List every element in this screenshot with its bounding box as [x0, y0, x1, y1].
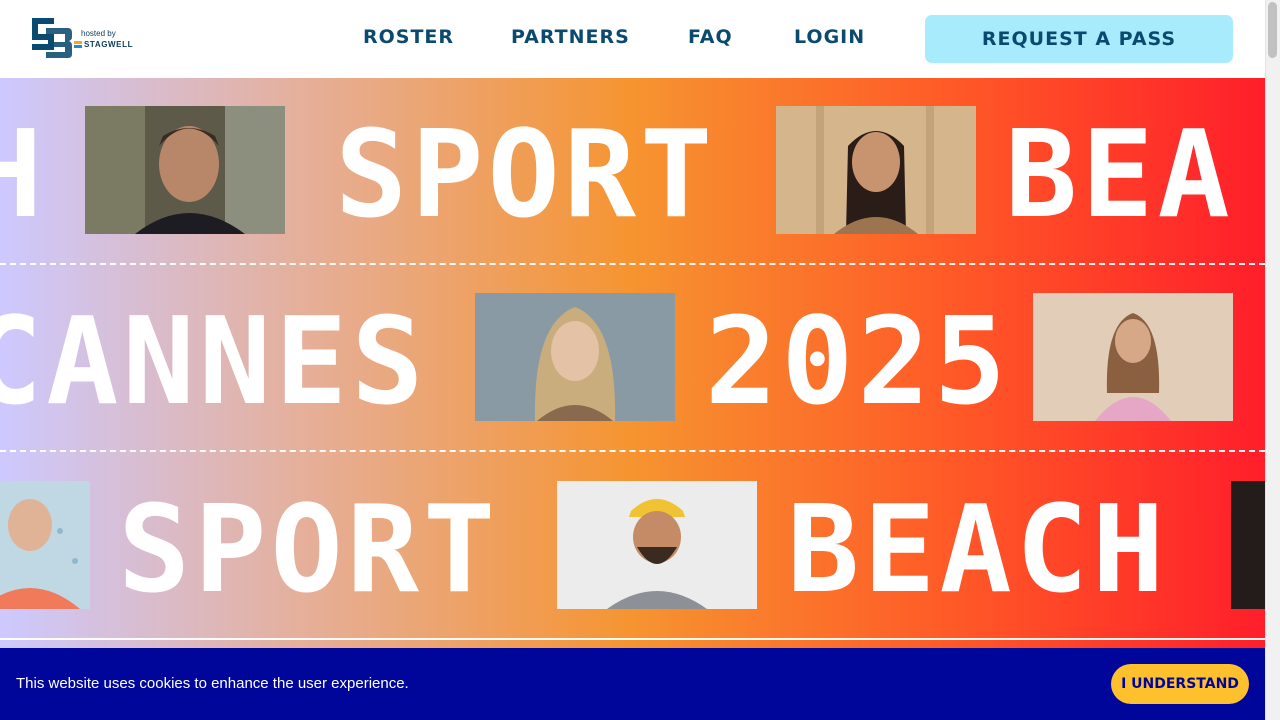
cookie-message: This website uses cookies to enhance the… — [16, 675, 409, 692]
cookie-banner: This website uses cookies to enhance the… — [0, 648, 1265, 720]
marquee-word: H — [0, 106, 47, 245]
marquee-word: SPORT — [118, 481, 500, 620]
athlete-photo — [557, 481, 757, 609]
nav-partners[interactable]: PARTNERS — [511, 26, 630, 48]
athlete-photo — [1231, 481, 1265, 609]
dashed-divider — [0, 263, 1265, 265]
nav-faq[interactable]: FAQ — [688, 26, 733, 48]
nav-login[interactable]: LOGIN — [794, 26, 865, 48]
stagwell-wordmark: STAGWELL — [74, 40, 134, 49]
athlete-photo — [475, 293, 675, 421]
marquee-word: CANNES — [0, 293, 428, 432]
hero-divider — [0, 638, 1265, 640]
hosted-by-label: hosted by — [81, 29, 116, 38]
athlete-photo — [85, 106, 285, 234]
sport-beach-logo[interactable]: hosted by STAGWELL — [28, 14, 158, 64]
dashed-divider — [0, 450, 1265, 452]
request-pass-button[interactable]: REQUEST A PASS — [925, 15, 1233, 63]
sb-logo-icon — [32, 18, 72, 58]
nav-roster[interactable]: ROSTER — [363, 26, 454, 48]
marquee-word: 2025 — [705, 293, 1010, 432]
athlete-photo — [1033, 293, 1233, 421]
scrollbar-thumb[interactable] — [1268, 2, 1277, 58]
accept-cookies-button[interactable]: I UNDERSTAND — [1111, 664, 1249, 704]
marquee-word: BEACH — [787, 481, 1169, 620]
hero-marquee: H SPORT BEA CANNES 2025 SPORT BEACH — [0, 78, 1265, 648]
marquee-word: BEA — [1005, 106, 1234, 245]
site-header: hosted by STAGWELL ROSTER PARTNERS FAQ L… — [0, 0, 1265, 78]
stagwell-label: STAGWELL — [84, 40, 134, 49]
athlete-photo — [0, 481, 90, 609]
stagwell-icon — [74, 41, 82, 48]
page-scrollbar[interactable] — [1265, 0, 1280, 720]
athlete-photo — [776, 106, 976, 234]
marquee-word: SPORT — [335, 106, 717, 245]
